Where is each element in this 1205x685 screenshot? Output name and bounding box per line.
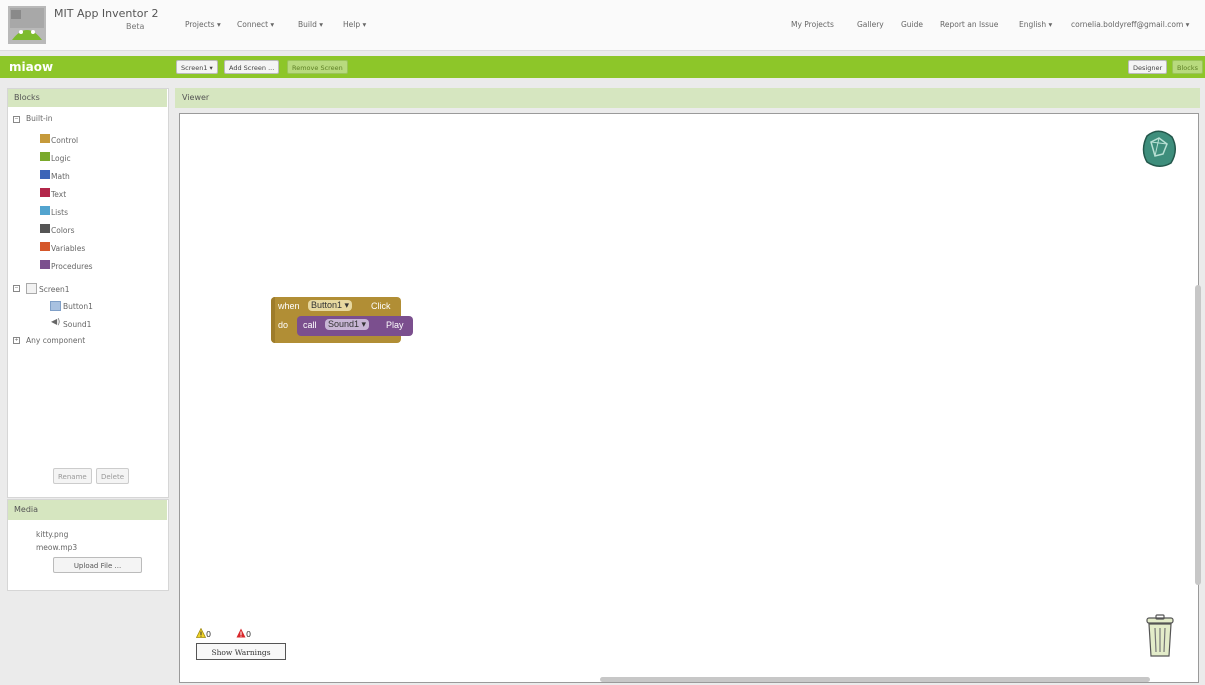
- menu-help[interactable]: Help ▾: [343, 20, 366, 29]
- lists-swatch-icon: [40, 206, 50, 215]
- text-swatch-icon: [40, 188, 50, 197]
- media-panel-title: Media: [14, 505, 39, 514]
- block-call-label: call: [303, 320, 317, 330]
- warning-icon: [195, 627, 207, 640]
- builtin-drawers: Control Logic Math Text Lists Colors Var…: [38, 132, 158, 282]
- error-icon: [236, 628, 246, 640]
- trash-icon[interactable]: [1143, 614, 1177, 658]
- designer-button[interactable]: Designer: [1128, 60, 1168, 74]
- backpack-icon[interactable]: [1141, 128, 1177, 168]
- delete-button[interactable]: Delete: [96, 468, 129, 484]
- block-call-component-dropdown[interactable]: Sound1 ▾: [325, 319, 370, 330]
- nav-report-issue[interactable]: Report an Issue: [940, 20, 998, 29]
- project-name: miaow: [9, 60, 54, 74]
- app-inventor-logo-icon[interactable]: [8, 6, 46, 44]
- vertical-scrollbar[interactable]: [1195, 285, 1201, 585]
- block-when-label: when: [278, 301, 300, 311]
- screen-dropdown[interactable]: Screen1 ▾: [176, 60, 218, 74]
- menu-account[interactable]: cornelia.boldyreff@gmail.com ▾: [1071, 20, 1189, 29]
- expand-any-component-icon[interactable]: +: [13, 337, 20, 344]
- viewer-header: [175, 88, 1200, 108]
- block-method-label: Play: [386, 320, 404, 330]
- app-title: MIT App Inventor 2: [54, 7, 159, 20]
- drawer-lists[interactable]: Lists: [51, 208, 68, 217]
- media-file[interactable]: meow.mp3: [36, 543, 77, 552]
- warnings-count: 0: [206, 630, 212, 639]
- tree-screen1[interactable]: Screen1: [39, 285, 70, 294]
- beta-label: Beta: [126, 22, 145, 31]
- nav-gallery[interactable]: Gallery: [857, 20, 884, 29]
- screen-icon: [26, 283, 37, 294]
- menu-connect[interactable]: Connect ▾: [237, 20, 274, 29]
- upload-file-button[interactable]: Upload File ...: [53, 557, 142, 573]
- blocks-button[interactable]: Blocks: [1172, 60, 1203, 74]
- block-component-dropdown[interactable]: Button1 ▾: [308, 300, 353, 311]
- rename-button[interactable]: Rename: [53, 468, 92, 484]
- control-swatch-icon: [40, 134, 50, 143]
- add-screen-button[interactable]: Add Screen ...: [224, 60, 280, 74]
- tree-button1[interactable]: Button1: [63, 302, 93, 311]
- speaker-icon: ◀): [51, 317, 61, 326]
- show-warnings-button[interactable]: Show Warnings: [196, 643, 286, 660]
- block-do-label: do: [278, 320, 289, 330]
- tree-builtin[interactable]: Built-in: [26, 114, 53, 123]
- drawer-math[interactable]: Math: [51, 172, 70, 181]
- drawer-text[interactable]: Text: [51, 190, 66, 199]
- block-component-name: Button1: [311, 300, 343, 310]
- media-file[interactable]: kitty.png: [36, 530, 68, 539]
- drawer-variables[interactable]: Variables: [51, 244, 85, 253]
- drawer-control[interactable]: Control: [51, 136, 78, 145]
- logic-swatch-icon: [40, 152, 50, 161]
- drawer-logic[interactable]: Logic: [51, 154, 71, 163]
- math-swatch-icon: [40, 170, 50, 179]
- block-event-label: Click: [371, 301, 391, 311]
- nav-guide[interactable]: Guide: [901, 20, 923, 29]
- variables-swatch-icon: [40, 242, 50, 251]
- tree-any-component[interactable]: Any component: [26, 336, 85, 345]
- drawer-colors[interactable]: Colors: [51, 226, 75, 235]
- blocks-workspace[interactable]: [179, 113, 1199, 683]
- collapse-builtin-icon[interactable]: −: [13, 116, 20, 123]
- errors-count: 0: [246, 630, 252, 639]
- viewer-title: Viewer: [182, 93, 210, 102]
- menu-projects[interactable]: Projects ▾: [185, 20, 221, 29]
- collapse-screen1-icon[interactable]: −: [13, 285, 20, 292]
- tree-sound1[interactable]: Sound1: [63, 320, 91, 329]
- horizontal-scrollbar[interactable]: [600, 677, 1150, 682]
- menu-build[interactable]: Build ▾: [298, 20, 323, 29]
- blocks-panel-title: Blocks: [14, 93, 40, 102]
- menu-language[interactable]: English ▾: [1019, 20, 1052, 29]
- drawer-procedures[interactable]: Procedures: [51, 262, 93, 271]
- block-call-component-name: Sound1: [328, 319, 360, 329]
- procedures-swatch-icon: [40, 260, 50, 269]
- remove-screen-button[interactable]: Remove Screen: [287, 60, 348, 74]
- colors-swatch-icon: [40, 224, 50, 233]
- nav-my-projects[interactable]: My Projects: [791, 20, 834, 29]
- button-component-icon: [50, 301, 61, 311]
- event-block-edge: [271, 297, 275, 343]
